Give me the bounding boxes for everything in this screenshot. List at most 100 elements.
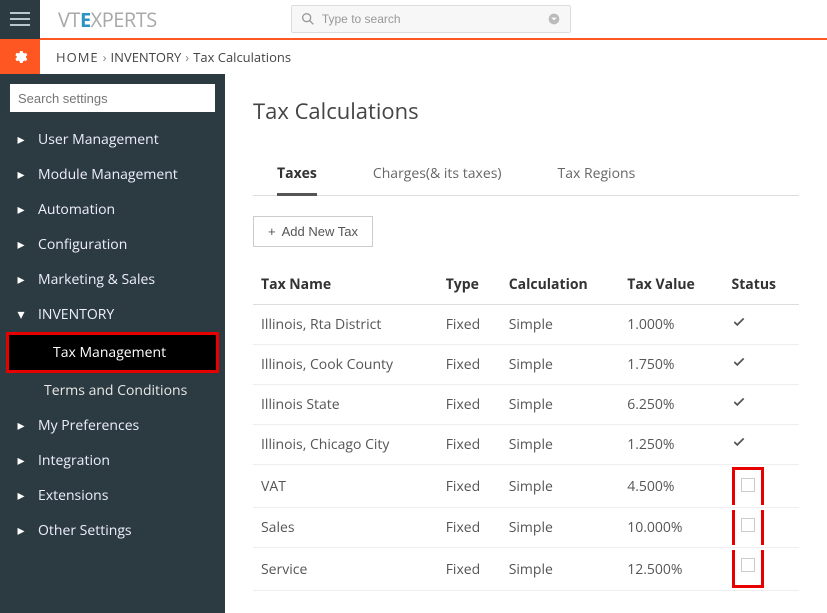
chevron-right-icon: ▸ — [14, 486, 28, 505]
highlight-annotation — [732, 510, 764, 545]
sidebar-item-label: My Preferences — [38, 416, 139, 435]
chevron-right-icon: ▸ — [14, 200, 28, 219]
cell-value: 10.000% — [619, 508, 723, 548]
sidebar-item-inventory[interactable]: ▾ INVENTORY — [0, 297, 225, 332]
sidebar-item-label: Configuration — [38, 235, 127, 254]
chevron-down-icon: ▾ — [14, 305, 28, 324]
highlight-annotation — [732, 467, 764, 505]
chevron-right-icon: ▸ — [14, 521, 28, 540]
cell-calc: Simple — [501, 345, 620, 385]
breadcrumb-inventory[interactable]: INVENTORY — [111, 48, 182, 66]
breadcrumb-home[interactable]: HOME — [56, 48, 99, 66]
sidebar-item-label: Other Settings — [38, 521, 132, 540]
cell-calc: Simple — [501, 305, 620, 345]
checkmark-icon — [732, 435, 746, 449]
status-checkbox[interactable] — [741, 558, 755, 572]
chevron-right-icon: ▸ — [14, 416, 28, 435]
col-status: Status — [724, 265, 799, 305]
global-search-input[interactable] — [322, 12, 546, 26]
sidebar-item-label: INVENTORY — [38, 305, 114, 324]
cell-type: Fixed — [438, 305, 501, 345]
sub-bar: HOME › INVENTORY › Tax Calculations — [0, 40, 827, 74]
status-checkbox[interactable] — [732, 355, 746, 374]
table-row: VATFixedSimple4.500% — [253, 465, 799, 508]
sidebar-item-module-management[interactable]: ▸Module Management — [0, 157, 225, 192]
table-row: Illinois, Rta DistrictFixedSimple1.000% — [253, 305, 799, 345]
cell-value: 12.500% — [619, 548, 723, 591]
sidebar-item-user-management[interactable]: ▸User Management — [0, 122, 225, 157]
cell-calc: Simple — [501, 465, 620, 508]
main-content: Tax Calculations Taxes Charges(& its taxe… — [225, 74, 827, 613]
cell-status — [724, 508, 799, 548]
checkmark-icon — [732, 315, 746, 329]
cell-name: Illinois, Chicago City — [253, 425, 438, 465]
cell-value: 6.250% — [619, 385, 723, 425]
sidebar-item-other-settings[interactable]: ▸ Other Settings — [0, 513, 225, 548]
add-new-tax-button[interactable]: + Add New Tax — [253, 216, 373, 247]
chevron-right-icon: ▸ — [14, 130, 28, 149]
tabs: Taxes Charges(& its taxes) Tax Regions — [253, 154, 799, 196]
breadcrumb: HOME › INVENTORY › Tax Calculations — [40, 48, 291, 66]
cell-name: Sales — [253, 508, 438, 548]
tab-charges-its-taxes-[interactable]: Charges(& its taxes) — [373, 154, 502, 195]
table-row: Illinois, Chicago CityFixedSimple1.250% — [253, 425, 799, 465]
cell-type: Fixed — [438, 345, 501, 385]
cell-name: Service — [253, 548, 438, 591]
table-row: Illinois, Cook CountyFixedSimple1.750% — [253, 345, 799, 385]
sidebar-item-label: Integration — [38, 451, 110, 470]
chevron-right-icon: ▸ — [14, 235, 28, 254]
cell-name: Illinois, Rta District — [253, 305, 438, 345]
highlight-annotation — [732, 550, 764, 588]
checkmark-icon — [732, 395, 746, 409]
chevron-right-icon: › — [103, 48, 107, 66]
chevron-right-icon: ▸ — [14, 451, 28, 470]
cell-calc: Simple — [501, 385, 620, 425]
table-row: ServiceFixedSimple12.500% — [253, 548, 799, 591]
sidebar-item-automation[interactable]: ▸ Automation — [0, 192, 225, 227]
cell-name: Illinois State — [253, 385, 438, 425]
cell-name: VAT — [253, 465, 438, 508]
status-checkbox[interactable] — [732, 395, 746, 414]
plus-icon: + — [268, 224, 276, 239]
cell-status — [724, 385, 799, 425]
sidebar-item-my-preferences[interactable]: ▸ My Preferences — [0, 408, 225, 443]
cell-type: Fixed — [438, 508, 501, 548]
status-checkbox[interactable] — [741, 478, 755, 492]
search-icon — [300, 11, 316, 27]
cell-calc: Simple — [501, 548, 620, 591]
page-title: Tax Calculations — [253, 96, 799, 126]
sidebar: ▸User Management▸Module Management ▸ Autom… — [0, 74, 225, 613]
tab-taxes[interactable]: Taxes — [277, 154, 317, 196]
sidebar-item-marketing-sales[interactable]: ▸Marketing & Sales — [0, 262, 225, 297]
status-checkbox[interactable] — [732, 435, 746, 454]
settings-search-input[interactable] — [10, 84, 215, 112]
status-checkbox[interactable] — [741, 518, 755, 532]
sidebar-item-integration[interactable]: ▸ Integration — [0, 443, 225, 478]
table-row: Illinois StateFixedSimple6.250% — [253, 385, 799, 425]
chevron-right-icon: ▸ — [14, 270, 28, 289]
cell-value: 1.000% — [619, 305, 723, 345]
top-bar: VTEXPERTS — [0, 0, 827, 40]
cell-status — [724, 305, 799, 345]
settings-gear[interactable] — [0, 40, 40, 74]
cell-calc: Simple — [501, 508, 620, 548]
sidebar-subitem-tax-management[interactable]: Tax Management — [9, 335, 216, 370]
logo: VTEXPERTS — [40, 6, 175, 33]
sidebar-item-label: Automation — [38, 200, 115, 219]
tab-tax-regions[interactable]: Tax Regions — [558, 154, 636, 195]
global-search[interactable] — [291, 5, 571, 33]
table-row: SalesFixedSimple10.000% — [253, 508, 799, 548]
highlight-annotation: Tax Management — [6, 332, 219, 373]
chevron-down-icon[interactable] — [546, 11, 562, 27]
gear-icon — [12, 49, 28, 65]
col-calculation: Calculation — [501, 265, 620, 305]
sidebar-item-configuration[interactable]: ▸ Configuration — [0, 227, 225, 262]
sidebar-item-extensions[interactable]: ▸Extensions — [0, 478, 225, 513]
cell-type: Fixed — [438, 425, 501, 465]
sidebar-subitem-terms-and-conditions[interactable]: Terms and Conditions — [0, 373, 225, 408]
hamburger-menu[interactable] — [0, 0, 40, 39]
col-type: Type — [438, 265, 501, 305]
cell-calc: Simple — [501, 425, 620, 465]
status-checkbox[interactable] — [732, 315, 746, 334]
checkmark-icon — [732, 355, 746, 369]
